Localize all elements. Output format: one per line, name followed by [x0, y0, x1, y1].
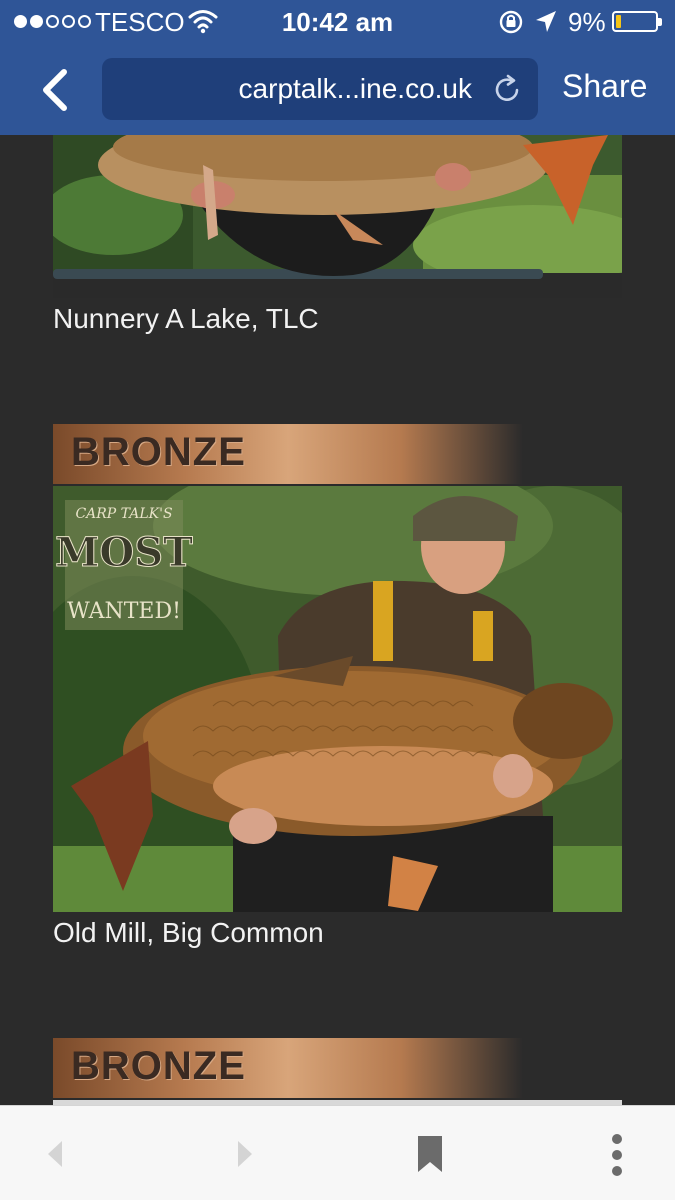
catch-caption: Old Mill, Big Common — [53, 917, 324, 948]
battery-percentage: 9% — [568, 7, 606, 37]
share-button[interactable]: Share — [562, 68, 647, 105]
web-content: Nunnery A Lake, TLC BRONZE CARP TALK'S M… — [0, 135, 675, 1105]
catch-photo — [53, 135, 622, 298]
reload-icon[interactable] — [490, 72, 524, 111]
prev-arrow-icon[interactable] — [46, 1139, 66, 1174]
award-label: BRONZE — [71, 430, 246, 474]
award-banner: BRONZE — [53, 424, 523, 484]
status-bar: TESCO 10:42 am 9% — [0, 0, 675, 44]
battery-level-fill — [616, 15, 621, 28]
catch-photo: CARP TALK'S MOST WANTED! — [53, 486, 622, 912]
location-arrow-icon — [534, 9, 558, 40]
watermark-line3: WANTED! — [67, 599, 181, 624]
back-chevron-icon — [43, 69, 67, 111]
url-text: carptalk...ine.co.uk — [238, 73, 472, 104]
catch-caption: Nunnery A Lake, TLC — [53, 303, 319, 334]
watermark-line1: CARP TALK'S — [75, 506, 172, 522]
award-banner: BRONZE — [53, 1038, 523, 1098]
browser-toolbar — [0, 1105, 675, 1200]
bookmark-icon[interactable] — [416, 1134, 444, 1179]
next-arrow-icon[interactable] — [234, 1139, 254, 1174]
browser-top-bar: TESCO 10:42 am 9% carptalk...ine.co.uk S… — [0, 0, 675, 135]
address-bar[interactable]: carptalk...ine.co.uk — [102, 58, 538, 120]
watermark-line2: MOST — [55, 529, 193, 576]
back-button[interactable] — [38, 68, 72, 112]
award-label: BRONZE — [71, 1044, 246, 1088]
rotation-lock-icon — [498, 9, 524, 40]
battery-icon — [612, 11, 662, 32]
more-options-icon[interactable] — [610, 1133, 624, 1182]
